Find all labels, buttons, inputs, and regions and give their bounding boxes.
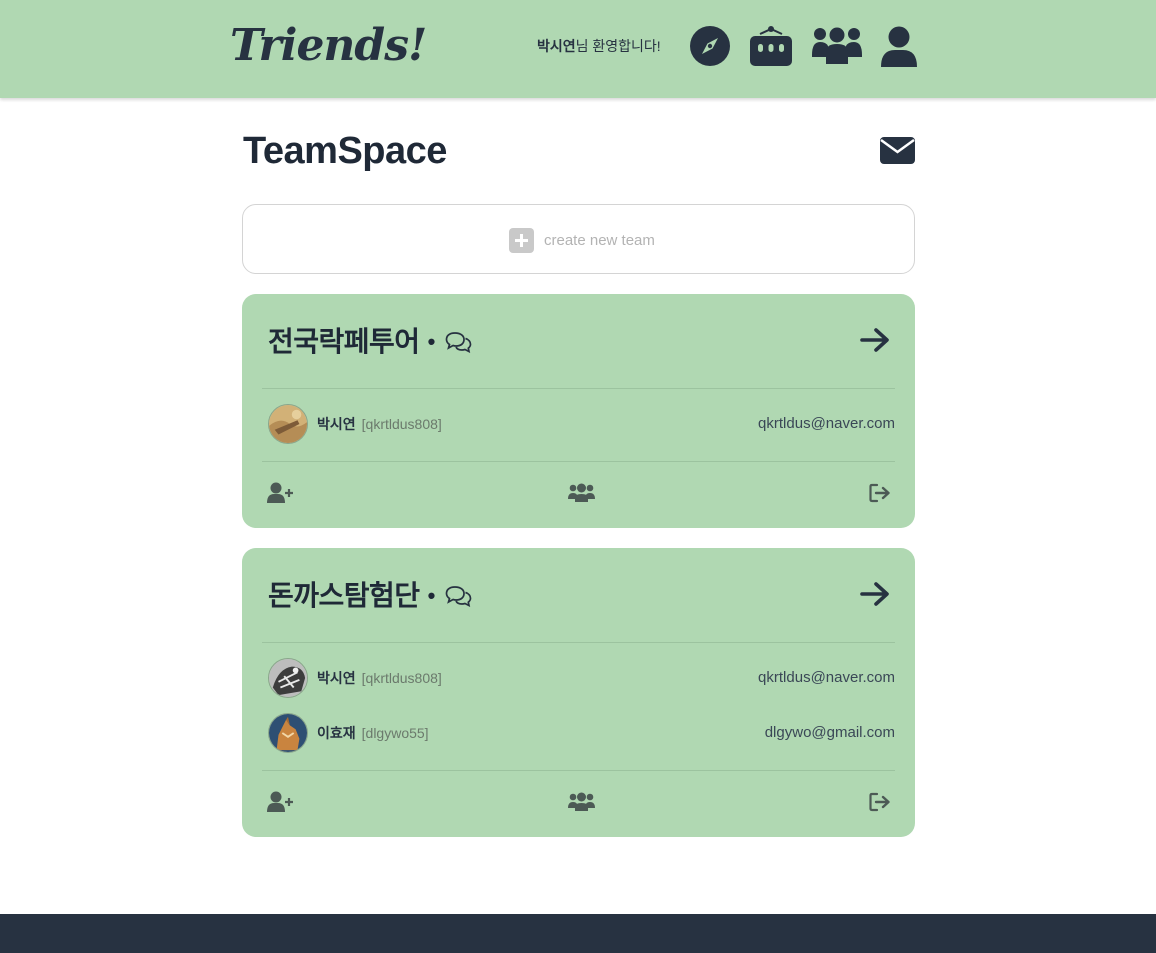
team-name[interactable]: 돈까스탐험단 xyxy=(268,578,420,614)
add-member-icon[interactable] xyxy=(267,791,294,812)
divider xyxy=(262,770,895,771)
member-id: [qkrtldus808] xyxy=(361,670,442,686)
welcome-message: 박시연님 환영합니다! xyxy=(537,37,661,55)
app-logo[interactable]: Triends! xyxy=(230,20,427,72)
team-header: 전국락페투어 • xyxy=(268,324,472,360)
member-display-name: 박시연 xyxy=(317,670,356,686)
member-id: [qkrtldus808] xyxy=(361,416,442,432)
member-id: [dlgywo55] xyxy=(361,725,429,741)
members-icon[interactable] xyxy=(568,483,595,502)
chat-bubbles-icon[interactable] xyxy=(445,331,472,353)
compass-icon[interactable] xyxy=(689,25,731,67)
divider xyxy=(262,461,895,462)
member-row: 이효재 [dlgywo55] dlgywo@gmail.com xyxy=(268,713,895,753)
members-icon[interactable] xyxy=(568,792,595,811)
avatar[interactable] xyxy=(268,658,308,698)
page-title: TeamSpace xyxy=(243,130,447,172)
user-icon[interactable] xyxy=(881,26,917,68)
avatar[interactable] xyxy=(268,404,308,444)
member-row: 박시연 [qkrtldus808] qkrtldus@naver.com xyxy=(268,404,895,444)
add-member-icon[interactable] xyxy=(267,482,294,503)
separator-dot: • xyxy=(427,329,436,354)
team-header: 돈까스탐험단 • xyxy=(268,578,472,614)
member-email: qkrtldus@naver.com xyxy=(758,669,895,686)
plus-square-icon xyxy=(509,228,534,253)
chat-bubbles-icon[interactable] xyxy=(445,585,472,607)
separator-dot: • xyxy=(427,583,436,608)
mail-icon[interactable] xyxy=(880,137,915,164)
member-row: 박시연 [qkrtldus808] qkrtldus@naver.com xyxy=(268,658,895,698)
leave-team-icon[interactable] xyxy=(869,792,891,812)
member-name: 박시연 [qkrtldus808] xyxy=(317,415,442,433)
member-display-name: 이효재 xyxy=(317,725,356,741)
avatar[interactable] xyxy=(268,713,308,753)
enter-team-arrow-icon[interactable] xyxy=(860,327,890,353)
member-display-name: 박시연 xyxy=(317,416,356,432)
create-team-label: create new team xyxy=(544,232,655,249)
enter-team-arrow-icon[interactable] xyxy=(860,581,890,607)
welcome-suffix: 님 환영합니다! xyxy=(575,38,661,54)
group-icon[interactable] xyxy=(811,27,863,65)
team-name[interactable]: 전국락페투어 xyxy=(268,324,420,360)
top-header: Triends! 박시연님 환영합니다! xyxy=(0,0,1156,98)
page-footer xyxy=(0,914,1156,953)
leave-team-icon[interactable] xyxy=(869,483,891,503)
robot-icon[interactable] xyxy=(749,25,793,67)
welcome-user-name: 박시연 xyxy=(537,38,576,54)
team-card: 전국락페투어 • 박시연 [qkrtldus808] qkrtldus@naver… xyxy=(242,294,915,528)
member-name: 박시연 [qkrtldus808] xyxy=(317,669,442,687)
member-email: qkrtldus@naver.com xyxy=(758,415,895,432)
divider xyxy=(262,642,895,643)
create-team-content: create new team xyxy=(509,228,655,253)
divider xyxy=(262,388,895,389)
create-team-button[interactable]: create new team xyxy=(242,204,915,274)
team-card: 돈까스탐험단 • 박시연 [qkrtldus808] qkrtldus@naver… xyxy=(242,548,915,837)
member-email: dlgywo@gmail.com xyxy=(764,724,895,741)
member-name: 이효재 [dlgywo55] xyxy=(317,724,429,742)
